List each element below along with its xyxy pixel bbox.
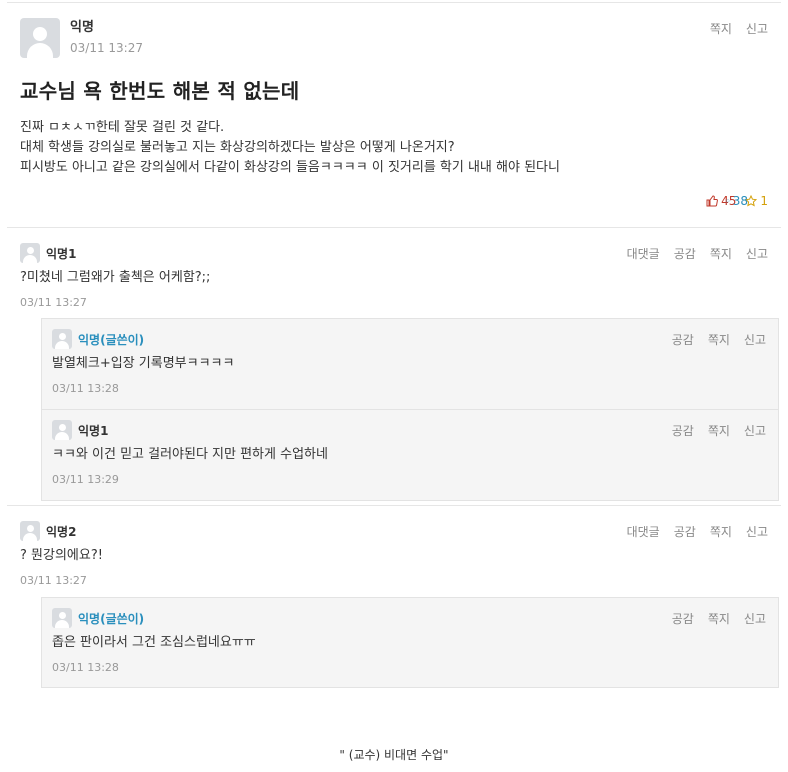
message-button[interactable]: 쪽지 xyxy=(710,20,732,37)
reply-header: 익명(글쓴이) 공감 쪽지 신고 xyxy=(52,608,766,628)
avatar xyxy=(52,608,72,628)
avatar xyxy=(20,18,60,58)
comment-author: 익명2 xyxy=(46,524,77,539)
report-button[interactable]: 신고 xyxy=(746,523,768,540)
post-stats: 45 38 1 xyxy=(706,194,768,208)
reply-time: 03/11 13:28 xyxy=(52,382,119,395)
report-button[interactable]: 신고 xyxy=(746,245,768,262)
thumbs-up-icon xyxy=(706,195,718,207)
reply-header: 익명(글쓴이) 공감 쪽지 신고 xyxy=(52,329,766,349)
avatar xyxy=(20,521,40,541)
comment-divider xyxy=(7,505,781,506)
top-divider xyxy=(7,2,781,3)
like-button[interactable]: 공감 xyxy=(672,331,694,348)
reply-text: 발열체크+입장 기록명부ㅋㅋㅋㅋ xyxy=(52,356,235,371)
avatar xyxy=(52,420,72,440)
message-button[interactable]: 쪽지 xyxy=(708,422,730,439)
reply-divider xyxy=(42,409,778,410)
comment: 익명2 대댓글 공감 쪽지 신고 ? 뭔강의에요?! 03/11 13:27 xyxy=(20,521,768,587)
comment: 익명1 대댓글 공감 쪽지 신고 ?미쳤네 그럼왜가 출첵은 어케함?;; 03… xyxy=(20,243,768,309)
comment-author: 익명1 xyxy=(46,246,77,261)
reply-text: 좁은 판이라서 그건 조심스럽네요ㅠㅠ xyxy=(52,635,256,650)
post-header: 익명 03/11 13:27 쪽지 신고 xyxy=(20,18,768,58)
reply: 익명1 공감 쪽지 신고 ㅋㅋ와 이건 믿고 걸러야된다 지만 편하게 수업하네… xyxy=(52,420,766,486)
message-button[interactable]: 쪽지 xyxy=(710,245,732,262)
comment-text: ?미쳤네 그럼왜가 출첵은 어케함?;; xyxy=(20,270,211,285)
message-button[interactable]: 쪽지 xyxy=(710,523,732,540)
reply-author: 익명(글쓴이) xyxy=(78,332,145,347)
reply-author: 익명(글쓴이) xyxy=(78,611,145,626)
reply-actions: 공감 쪽지 신고 xyxy=(672,610,766,627)
reply-actions: 공감 쪽지 신고 xyxy=(672,422,766,439)
like-button[interactable]: 공감 xyxy=(672,422,694,439)
comment-text: ? 뭔강의에요?! xyxy=(20,548,103,563)
reply-time: 03/11 13:28 xyxy=(52,661,119,674)
post-author: 익명 xyxy=(70,20,94,35)
post-title: 교수님 욕 한번도 해본 적 없는데 xyxy=(20,79,300,103)
reply-header: 익명1 공감 쪽지 신고 xyxy=(52,420,766,440)
report-button[interactable]: 신고 xyxy=(744,610,766,627)
speech-bubble-icon xyxy=(726,199,730,203)
post-body-line: 대체 학생들 강의실로 불러놓고 지는 화상강의하겠다는 발상은 어떻게 나온거… xyxy=(20,140,455,155)
reply-button[interactable]: 대댓글 xyxy=(627,245,660,262)
message-button[interactable]: 쪽지 xyxy=(708,610,730,627)
like-button[interactable]: 공감 xyxy=(672,610,694,627)
comment-actions: 대댓글 공감 쪽지 신고 xyxy=(627,523,768,540)
reply: 익명(글쓴이) 공감 쪽지 신고 좁은 판이라서 그건 조심스럽네요ㅠㅠ 03/… xyxy=(52,608,766,674)
reply-button[interactable]: 대댓글 xyxy=(627,523,660,540)
comment-count-value: 38 xyxy=(732,194,748,208)
avatar xyxy=(52,329,72,349)
comment-header: 익명2 대댓글 공감 쪽지 신고 xyxy=(20,521,768,541)
reply-thread: 익명(글쓴이) 공감 쪽지 신고 좁은 판이라서 그건 조심스럽네요ㅠㅠ 03/… xyxy=(41,597,779,688)
post-body-line: 진짜 ㅁㅊㅅㄲ한테 잘못 걸린 것 같다. xyxy=(20,120,225,135)
post-actions: 쪽지 신고 xyxy=(710,20,768,37)
post: 익명 03/11 13:27 쪽지 신고 교수님 욕 한번도 해본 적 없는데 … xyxy=(20,18,768,208)
comment-time: 03/11 13:27 xyxy=(20,296,87,309)
post-body: 진짜 ㅁㅊㅅㄲ한테 잘못 걸린 것 같다. 대체 학생들 강의실로 불러놓고 지… xyxy=(20,118,768,178)
comment-actions: 대댓글 공감 쪽지 신고 xyxy=(627,245,768,262)
reply: 익명(글쓴이) 공감 쪽지 신고 발열체크+입장 기록명부ㅋㅋㅋㅋ 03/11 … xyxy=(52,329,766,395)
reply-actions: 공감 쪽지 신고 xyxy=(672,331,766,348)
reply-text: ㅋㅋ와 이건 믿고 걸러야된다 지만 편하게 수업하네 xyxy=(52,447,328,462)
author-block: 익명 03/11 13:27 xyxy=(70,18,143,57)
reply-author: 익명1 xyxy=(78,423,109,438)
scrap-count-value: 1 xyxy=(760,194,768,208)
avatar xyxy=(20,243,40,263)
report-button[interactable]: 신고 xyxy=(744,331,766,348)
scrap-count[interactable]: 1 xyxy=(745,194,768,208)
comment-count[interactable]: 38 xyxy=(726,194,748,208)
comment-time: 03/11 13:27 xyxy=(20,574,87,587)
post-time: 03/11 13:27 xyxy=(70,41,143,55)
report-button[interactable]: 신고 xyxy=(744,422,766,439)
like-button[interactable]: 공감 xyxy=(674,523,696,540)
message-button[interactable]: 쪽지 xyxy=(708,331,730,348)
post-body-line: 피시방도 아니고 같은 강의실에서 다같이 화상강의 들음ㅋㅋㅋㅋ 이 짓거리를… xyxy=(20,160,560,175)
post-divider xyxy=(7,227,781,228)
comment-header: 익명1 대댓글 공감 쪽지 신고 xyxy=(20,243,768,263)
reply-thread: 익명(글쓴이) 공감 쪽지 신고 발열체크+입장 기록명부ㅋㅋㅋㅋ 03/11 … xyxy=(41,318,779,501)
image-caption: " (교수) 비대면 수업" xyxy=(339,748,449,762)
like-button[interactable]: 공감 xyxy=(674,245,696,262)
report-button[interactable]: 신고 xyxy=(746,20,768,37)
reply-time: 03/11 13:29 xyxy=(52,473,119,486)
